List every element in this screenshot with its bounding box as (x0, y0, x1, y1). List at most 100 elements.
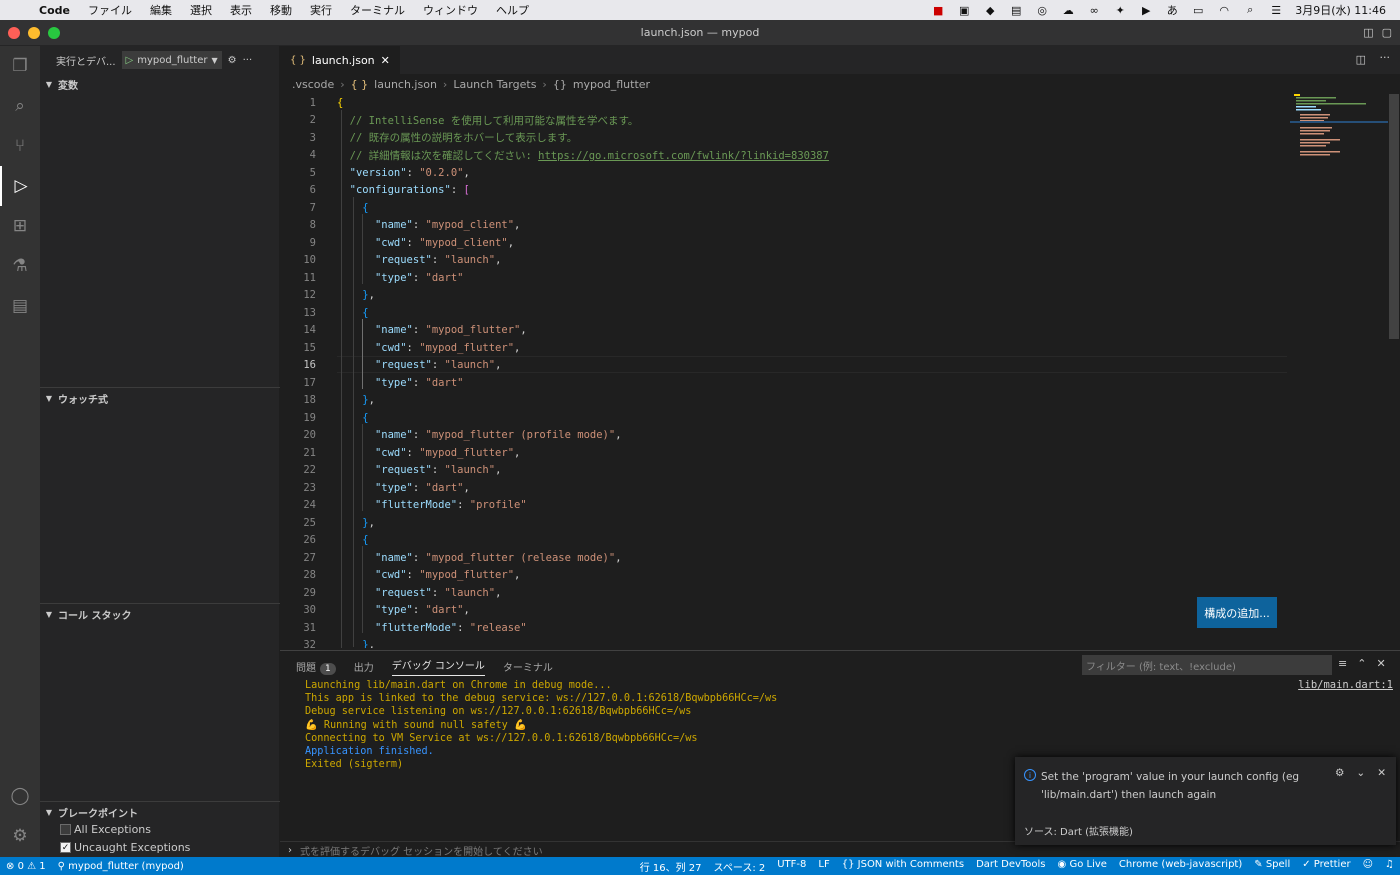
start-debug-icon[interactable]: ▷ (126, 55, 134, 66)
dropbox-icon[interactable]: ◆ (977, 4, 1003, 17)
gear-icon[interactable]: ⚙ (1335, 767, 1344, 779)
problems-status[interactable]: ⊗ 0 ⚠ 1 (0, 861, 52, 872)
split-editor-icon[interactable]: ◫ (1356, 53, 1366, 66)
tab-terminal[interactable]: ターミナル (503, 659, 553, 674)
code-line: 18 }, (303, 394, 375, 407)
menu-window[interactable]: ウィンドウ (414, 2, 487, 18)
display-icon[interactable]: ▣ (951, 4, 977, 17)
menu-run[interactable]: 実行 (301, 2, 341, 18)
debug-target-label: mypod_flutter (mypod) (68, 860, 184, 872)
minimize-window-icon[interactable] (28, 26, 40, 39)
ime-icon[interactable]: あ (1159, 2, 1185, 18)
debug-target-status[interactable]: ⚲ mypod_flutter (mypod) (52, 861, 190, 872)
panel-toggle-icon[interactable]: ▢ (1382, 26, 1392, 39)
extensions-icon[interactable]: ⊞ (0, 206, 40, 246)
clear-console-icon[interactable]: ≡ (1338, 657, 1347, 670)
section-callstack[interactable]: ▼ コール スタック (40, 604, 280, 624)
add-configuration-button[interactable]: 構成の追加... (1197, 597, 1277, 628)
mcafee-icon[interactable]: ■ (925, 4, 951, 17)
chevron-down-icon: ▼ (45, 609, 53, 619)
menu-help[interactable]: ヘルプ (487, 2, 538, 18)
breadcrumb-folder[interactable]: .vscode (292, 78, 334, 91)
chevron-up-icon[interactable]: ⌃ (1357, 657, 1366, 670)
source-control-icon[interactable]: ⑂ (0, 126, 40, 166)
run-debug-icon[interactable]: ▷ (0, 166, 40, 206)
editor-scrollbar[interactable] (1388, 94, 1400, 648)
dart-devtools[interactable]: Dart DevTools (970, 859, 1051, 874)
layout-icon[interactable]: ◫ (1363, 26, 1373, 39)
close-icon[interactable]: ✕ (1377, 767, 1386, 779)
cloud-icon[interactable]: ☁ (1055, 4, 1081, 17)
glasses-icon[interactable]: ∞ (1081, 4, 1107, 17)
source-link[interactable]: lib/main.dart:1 (1298, 679, 1393, 691)
tab-output[interactable]: 出力 (354, 659, 374, 674)
search-icon[interactable]: ⌕ (1237, 3, 1263, 17)
menu-go[interactable]: 移動 (261, 2, 301, 18)
chevron-down-icon[interactable]: ⌄ (1356, 767, 1365, 779)
more-actions-icon[interactable]: ··· (1380, 51, 1391, 64)
battery-icon[interactable]: ▭ (1185, 4, 1211, 17)
close-icon[interactable]: ✕ (1376, 657, 1385, 670)
json-file-icon: { } (290, 55, 306, 66)
checkbox-uncaught-exceptions[interactable]: ✓ (60, 842, 71, 853)
docker-icon[interactable]: ▤ (0, 286, 40, 326)
chrome-device[interactable]: Chrome (web-javascript) (1113, 859, 1248, 874)
spell[interactable]: ✎ Spell (1248, 859, 1296, 874)
wifi-icon[interactable]: ◠ (1211, 4, 1237, 17)
settings-gear-icon[interactable]: ⚙ (0, 816, 40, 856)
menu-file[interactable]: ファイル (79, 2, 141, 18)
breadcrumb-symbol[interactable]: Launch Targets (453, 78, 536, 91)
broadcast-icon: ◉ (1057, 858, 1067, 870)
code-editor[interactable]: 1{ 2 // IntelliSense を使用して利用可能な属性を学べます。 … (280, 94, 1400, 648)
prettier[interactable]: ✓ Prettier (1296, 859, 1356, 874)
section-breakpoints[interactable]: ▼ ブレークポイント (40, 802, 280, 822)
feedback-icon[interactable]: ☺ (1357, 859, 1379, 874)
scrollbar-thumb[interactable] (1389, 94, 1399, 339)
tab-launch-json[interactable]: { } launch.json ✕ (280, 46, 400, 74)
launch-config-select[interactable]: ▷ mypod_flutter ▼ (121, 51, 222, 69)
tab-problems[interactable]: 問題 1 (296, 659, 336, 675)
breakpoint-all-exceptions[interactable]: All Exceptions (60, 823, 151, 836)
explorer-icon[interactable]: ❐ (0, 46, 40, 86)
breadcrumb-symbol[interactable]: mypod_flutter (573, 78, 650, 91)
encoding[interactable]: UTF-8 (771, 859, 812, 874)
menu-edit[interactable]: 編集 (141, 2, 181, 18)
play-circle-icon[interactable]: ▶ (1133, 4, 1159, 17)
tab-debug-console[interactable]: デバッグ コンソール (391, 657, 485, 676)
more-actions-icon[interactable]: ··· (243, 55, 253, 66)
testing-icon[interactable]: ⚗ (0, 246, 40, 286)
menu-select[interactable]: 選択 (181, 2, 221, 18)
menu-app[interactable]: Code (30, 4, 79, 17)
minimap[interactable] (1290, 94, 1390, 164)
animal-icon[interactable]: ✦ (1107, 4, 1133, 17)
language-mode[interactable]: {} JSON with Comments (836, 859, 970, 874)
section-watch[interactable]: ▼ ウォッチ式 (40, 388, 280, 408)
control-center-icon[interactable]: ☰ (1263, 4, 1289, 17)
creative-cloud-icon[interactable]: ◎ (1029, 4, 1055, 17)
gear-icon[interactable]: ⚙ (228, 55, 237, 66)
cursor-position[interactable]: 行 16、列 27 (634, 859, 708, 874)
close-icon[interactable]: ✕ (381, 54, 390, 67)
menu-terminal[interactable]: ターミナル (341, 2, 414, 18)
chevron-down-icon: ▼ (45, 393, 53, 403)
menu-view[interactable]: 表示 (221, 2, 261, 18)
code-line: 9 "cwd": "mypod_client", (309, 236, 515, 249)
accounts-icon[interactable]: ◯ (0, 776, 40, 816)
breakpoint-uncaught-exceptions[interactable]: ✓ Uncaught Exceptions (60, 841, 190, 854)
run-debug-sidebar: 実行とデバ... ▷ mypod_flutter ▼ ⚙ ··· ▼ 変数 ▼ … (40, 46, 280, 857)
eol[interactable]: LF (812, 859, 835, 874)
go-live[interactable]: ◉ Go Live (1052, 859, 1113, 874)
indentation[interactable]: スペース: 2 (708, 859, 772, 874)
menubar-clock[interactable]: 3月9日(水) 11:46 (1289, 2, 1392, 18)
close-window-icon[interactable] (8, 26, 20, 39)
docker-icon[interactable]: ▤ (1003, 4, 1029, 17)
language-label: JSON with Comments (857, 858, 965, 870)
breadcrumb-file[interactable]: launch.json (374, 78, 437, 91)
bell-icon[interactable]: ♫ (1379, 859, 1400, 874)
checkbox-all-exceptions[interactable] (60, 824, 71, 835)
zoom-window-icon[interactable] (48, 26, 60, 39)
section-variables[interactable]: ▼ 変数 (40, 74, 280, 94)
search-icon[interactable]: ⌕ (0, 86, 40, 126)
spell-icon: ✎ (1254, 858, 1263, 870)
console-filter-input[interactable]: フィルター (例: text、!exclude) (1082, 655, 1332, 675)
